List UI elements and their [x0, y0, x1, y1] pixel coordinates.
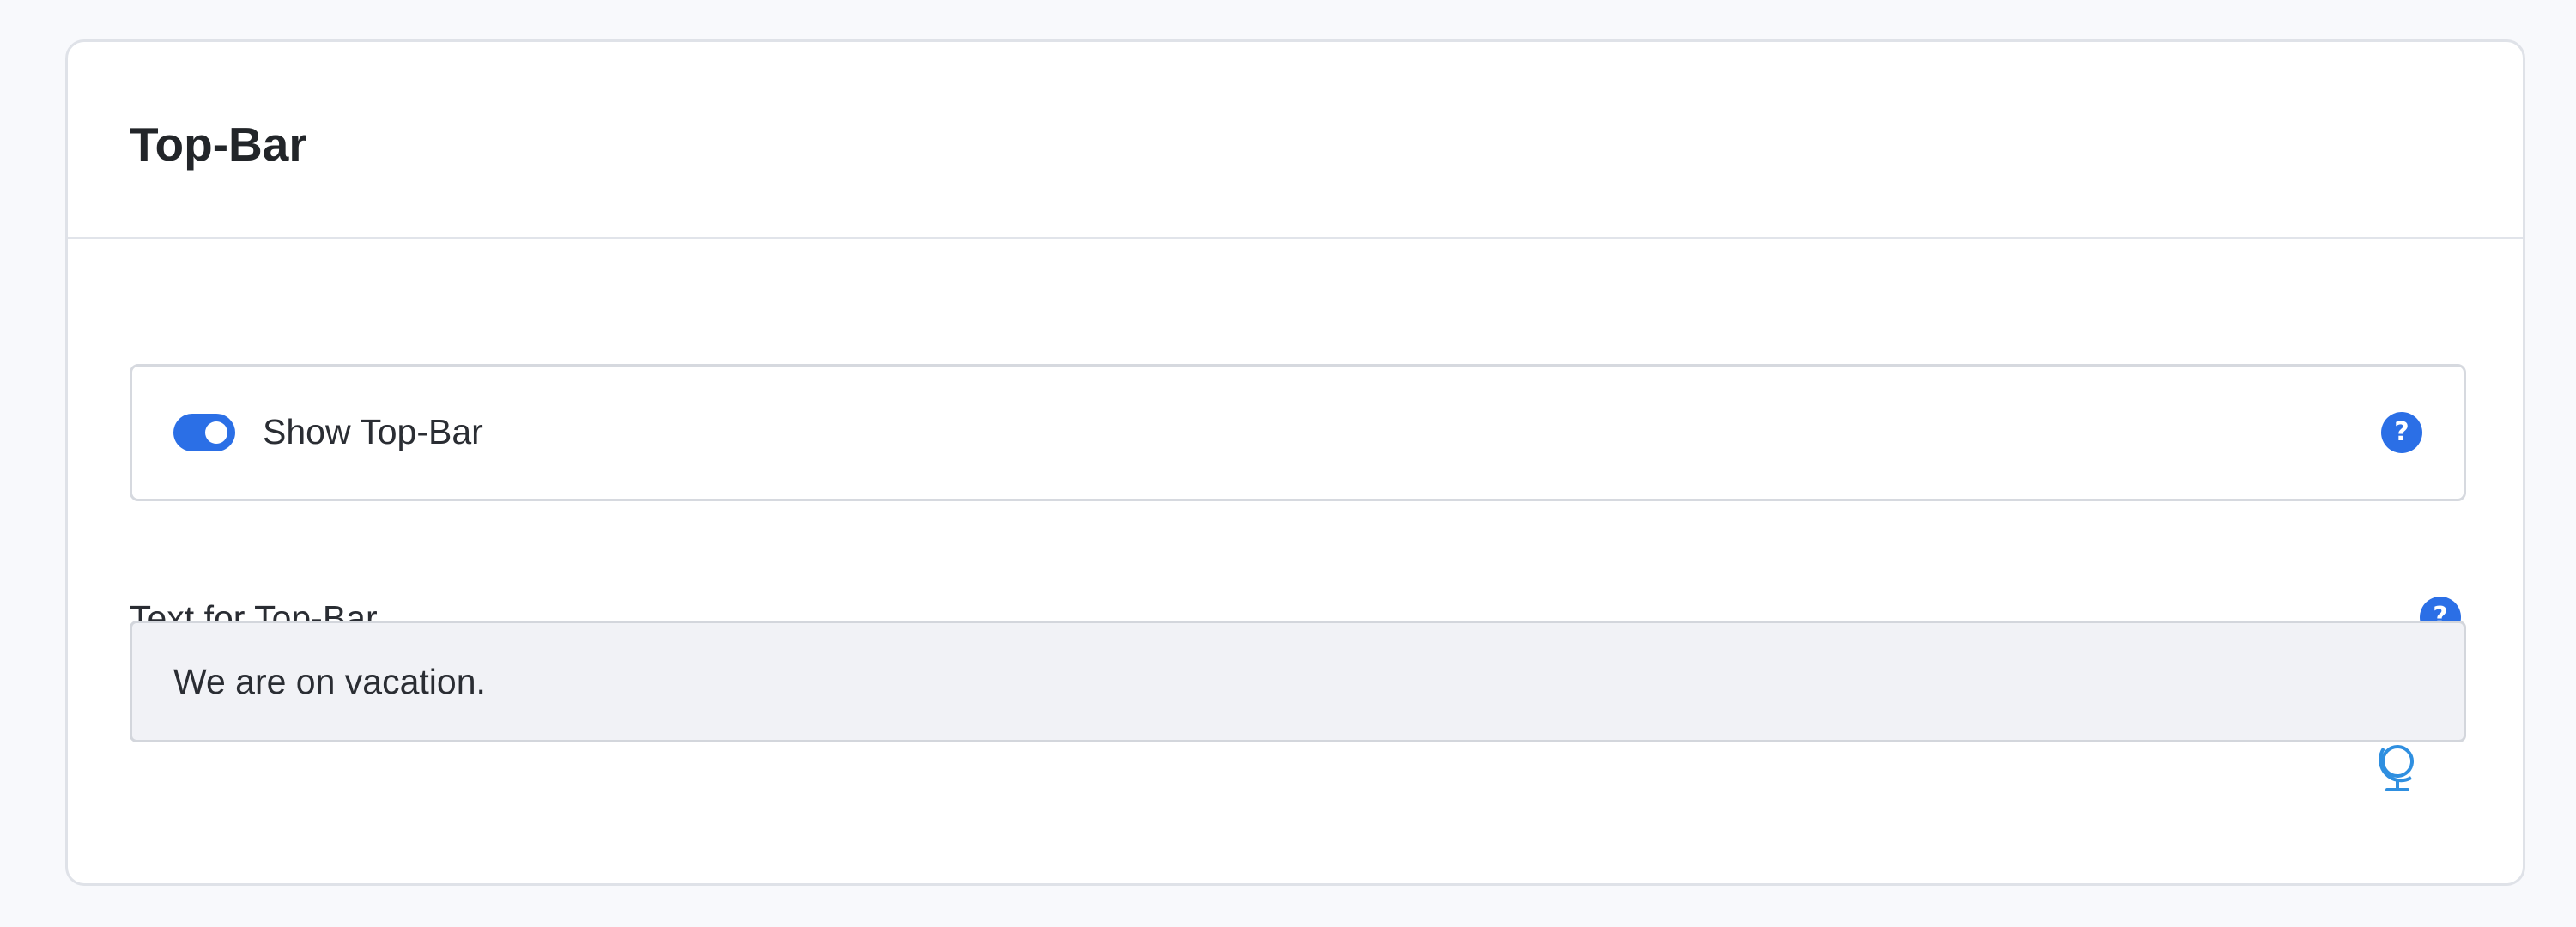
top-bar-settings-card: Top-Bar Show Top-Bar ? Text for Top-Bar … — [65, 39, 2525, 886]
globe-icon[interactable] — [2375, 742, 2420, 794]
toggle-knob — [205, 421, 227, 444]
show-top-bar-switch-row[interactable]: Show Top-Bar ? — [130, 364, 2466, 501]
card-title: Top-Bar — [130, 118, 307, 171]
show-top-bar-label[interactable]: Show Top-Bar — [263, 409, 483, 454]
top-bar-text-input[interactable] — [130, 621, 2466, 742]
question-icon[interactable]: ? — [2381, 412, 2422, 453]
show-top-bar-toggle[interactable] — [173, 414, 235, 451]
card-header: Top-Bar — [68, 42, 2523, 239]
